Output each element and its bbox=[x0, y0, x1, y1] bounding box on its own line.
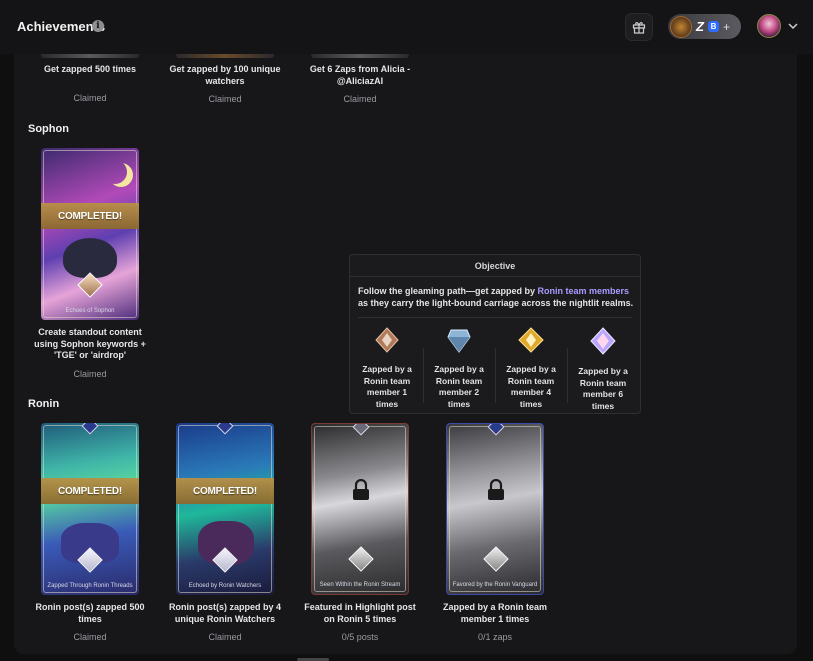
achievement-description: Featured in Highlight post on Ronin 5 ti… bbox=[304, 602, 416, 624]
tooltip-heading: Objective bbox=[350, 255, 640, 277]
section-heading-sophon: Sophon bbox=[28, 123, 69, 135]
card-caption: Seen Within the Ronin Stream bbox=[319, 582, 401, 588]
achievement-description: Create standout content using Sophon key… bbox=[34, 327, 146, 360]
top-bar: Achievements i Z B + bbox=[0, 0, 813, 54]
achievement-item[interactable]: Get zapped 500 times Claimed bbox=[30, 64, 150, 103]
tier-label: Zapped by a Ronin team member 6 times bbox=[578, 366, 628, 411]
achievement-item[interactable]: Ronin post(s) zapped by 4 unique Ronin W… bbox=[165, 602, 285, 642]
lock-icon bbox=[488, 479, 504, 500]
tier-item: Zapped by a Ronin team member 1 times bbox=[360, 327, 414, 410]
achievement-description: Ronin post(s) zapped by 4 unique Ronin W… bbox=[168, 602, 281, 624]
card-caption: Echoed by Ronin Watchers bbox=[188, 583, 262, 589]
achievement-card-ronin-3[interactable]: Seen Within the Ronin Stream bbox=[311, 423, 409, 595]
achievement-card-sophon[interactable]: COMPLETED! Echoes of Sophon bbox=[41, 148, 139, 320]
card-caption: Zapped Through Ronin Threads bbox=[47, 583, 133, 589]
completed-banner: COMPLETED! bbox=[176, 478, 274, 504]
silver-gem-icon bbox=[447, 329, 471, 353]
divider bbox=[495, 348, 496, 403]
tooltip-highlight: Ronin team members bbox=[537, 286, 630, 296]
card-edge bbox=[176, 54, 274, 58]
tier-item: Zapped by a Ronin team member 6 times bbox=[576, 327, 630, 412]
tier-label: Zapped by a Ronin team member 4 times bbox=[506, 364, 556, 409]
card-caption: Favored by the Ronin Vanguard bbox=[452, 582, 538, 588]
divider bbox=[567, 348, 568, 403]
achievement-card-ronin-1[interactable]: COMPLETED! Zapped Through Ronin Threads bbox=[41, 423, 139, 595]
achievement-item[interactable]: Ronin post(s) zapped 500 times Claimed bbox=[30, 602, 150, 642]
achievement-status: Claimed bbox=[343, 94, 377, 104]
gift-icon bbox=[632, 22, 646, 34]
tier-label: Zapped by a Ronin team member 2 times bbox=[434, 364, 484, 409]
achievement-status: Claimed bbox=[208, 632, 242, 642]
wallet-pill[interactable]: Z B + bbox=[668, 14, 741, 39]
achievement-status: Claimed bbox=[73, 92, 107, 103]
tooltip-text-after: as they carry the light-bound carriage a… bbox=[358, 298, 634, 308]
achievement-card-ronin-4[interactable]: Favored by the Ronin Vanguard bbox=[446, 423, 544, 595]
completed-banner: COMPLETED! bbox=[41, 203, 139, 229]
tier-item: Zapped by a Ronin team member 4 times bbox=[504, 327, 558, 410]
achievement-status: Claimed bbox=[208, 94, 242, 104]
gold-gem-icon bbox=[518, 327, 544, 353]
tooltip-text: Follow the gleaming path—get zapped by R… bbox=[358, 285, 638, 309]
bronze-gem-icon bbox=[375, 327, 399, 353]
achievement-item[interactable]: Featured in Highlight post on Ronin 5 ti… bbox=[300, 602, 420, 642]
objective-tooltip: Objective Follow the gleaming path—get z… bbox=[349, 254, 641, 414]
tier-label: Zapped by a Ronin team member 1 times bbox=[362, 364, 412, 409]
achievement-status: 0/5 posts bbox=[341, 632, 379, 642]
achievement-description: Zapped by a Ronin team member 1 times bbox=[442, 602, 547, 624]
achievement-status: Claimed bbox=[73, 368, 107, 379]
achievement-card-ronin-2[interactable]: COMPLETED! Echoed by Ronin Watchers bbox=[176, 423, 274, 595]
achievement-item[interactable]: Get zapped by 100 unique watchers Claime… bbox=[165, 64, 285, 104]
badge-emblem-icon bbox=[670, 15, 692, 38]
tooltip-text-before: Follow the gleaming path—get zapped by bbox=[358, 286, 538, 296]
achievement-description: Get zapped 500 times bbox=[43, 64, 137, 74]
info-icon[interactable]: i bbox=[92, 20, 104, 32]
achievement-description: Ronin post(s) zapped 500 times bbox=[35, 602, 145, 624]
divider bbox=[358, 317, 632, 318]
achievement-status: Claimed bbox=[73, 632, 107, 642]
card-caption: Echoes of Sophon bbox=[65, 308, 115, 314]
gift-button[interactable] bbox=[625, 13, 653, 41]
chevron-down-icon[interactable] bbox=[787, 20, 799, 32]
divider bbox=[423, 348, 424, 403]
achievement-status: 0/1 zaps bbox=[477, 632, 513, 642]
card-edge bbox=[311, 54, 409, 58]
lock-icon bbox=[353, 479, 369, 500]
section-heading-ronin: Ronin bbox=[28, 398, 60, 410]
achievement-item[interactable]: Get 6 Zaps from Alicia - @AliciazAI Clai… bbox=[300, 64, 420, 104]
card-edge bbox=[41, 54, 139, 58]
prismatic-gem-icon bbox=[590, 327, 616, 355]
achievement-description: Get 6 Zaps from Alicia - @AliciazAI bbox=[309, 64, 411, 86]
completed-banner: COMPLETED! bbox=[41, 478, 139, 504]
moon-art bbox=[103, 160, 127, 184]
z-logo-icon: Z bbox=[696, 19, 704, 34]
achievement-item[interactable]: Zapped by a Ronin team member 1 times 0/… bbox=[435, 602, 555, 642]
achievement-description: Get zapped by 100 unique watchers bbox=[169, 64, 281, 86]
tier-item: Zapped by a Ronin team member 2 times bbox=[432, 327, 486, 410]
b-badge-icon: B bbox=[707, 21, 719, 32]
avatar[interactable] bbox=[757, 14, 781, 38]
add-icon[interactable]: + bbox=[723, 20, 730, 34]
achievement-item[interactable]: Create standout content using Sophon key… bbox=[30, 327, 150, 379]
